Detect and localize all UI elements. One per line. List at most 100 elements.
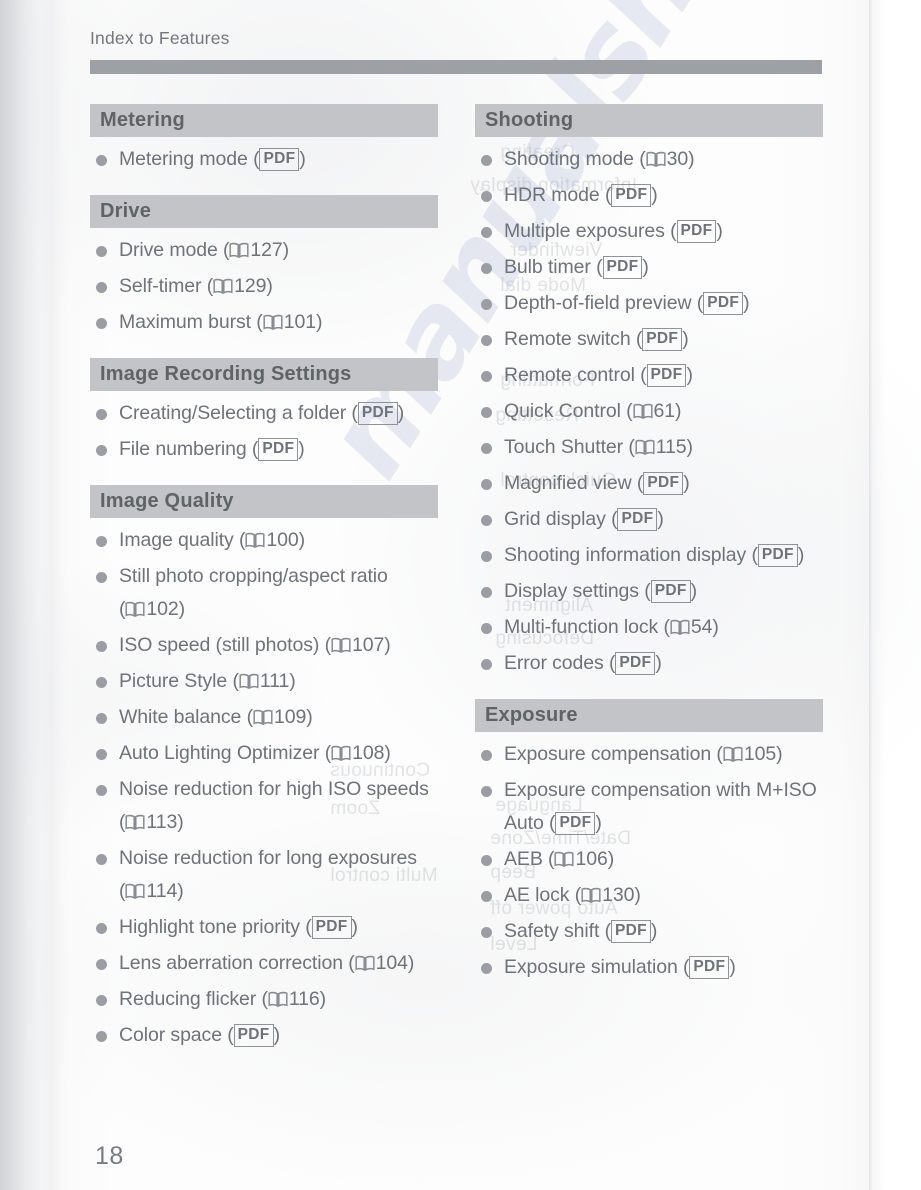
- index-entry[interactable]: Bulb timer (PDF): [475, 251, 823, 284]
- index-entry[interactable]: White balance (109): [90, 701, 438, 734]
- index-entry-label: Error codes: [504, 652, 604, 674]
- index-entry[interactable]: Grid display (PDF): [475, 503, 823, 536]
- index-entry[interactable]: Shooting mode (30): [475, 143, 823, 176]
- index-entry[interactable]: Metering mode (PDF): [90, 143, 438, 176]
- index-entry[interactable]: Self-timer (129): [90, 270, 438, 303]
- page-reference[interactable]: 107: [352, 634, 384, 656]
- index-entry[interactable]: Noise reduction for long exposures (114): [90, 842, 438, 908]
- bullet-icon: [96, 318, 107, 329]
- pdf-reference-tag[interactable]: PDF: [259, 148, 300, 171]
- index-entry[interactable]: Picture Style (111): [90, 665, 438, 698]
- index-entry[interactable]: Error codes (PDF): [475, 647, 823, 680]
- bullet-icon: [481, 587, 492, 598]
- index-entry-label: ISO speed (still photos): [119, 634, 320, 656]
- index-entry[interactable]: Reducing flicker (116): [90, 983, 438, 1016]
- index-entry[interactable]: Shooting information display (PDF): [475, 539, 823, 572]
- pdf-reference-tag[interactable]: PDF: [258, 438, 299, 461]
- page-reference[interactable]: 61: [654, 400, 676, 422]
- pdf-reference-tag[interactable]: PDF: [555, 812, 596, 835]
- index-entry[interactable]: Highlight tone priority (PDF): [90, 911, 438, 944]
- index-entry[interactable]: Touch Shutter (115): [475, 431, 823, 464]
- page-reference[interactable]: 114: [146, 880, 177, 902]
- index-entry[interactable]: Maximum burst (101): [90, 306, 438, 339]
- pdf-reference-tag[interactable]: PDF: [357, 402, 398, 425]
- page-reference[interactable]: 129: [234, 275, 266, 297]
- pdf-reference-tag[interactable]: PDF: [703, 292, 744, 315]
- section-image-recording-settings: Image Recording Settings Creating/Selecti…: [90, 358, 438, 483]
- index-entry[interactable]: Depth-of-field preview (PDF): [475, 287, 823, 320]
- bullet-icon: [481, 263, 492, 274]
- index-entry-label: Display settings: [504, 580, 639, 602]
- bullet-icon: [96, 536, 107, 547]
- book-icon: [229, 242, 249, 259]
- page-reference[interactable]: 115: [656, 436, 687, 458]
- index-entry[interactable]: Quick Control (61): [475, 395, 823, 428]
- book-icon: [213, 278, 233, 295]
- book-icon: [554, 851, 575, 868]
- pdf-reference-tag[interactable]: PDF: [602, 256, 643, 279]
- index-entry[interactable]: Lens aberration correction (104): [90, 947, 438, 980]
- pdf-reference-tag[interactable]: PDF: [610, 920, 651, 943]
- section-item-list: Shooting mode (30) HDR mode (PDF) Multiple…: [475, 143, 823, 697]
- bullet-icon: [481, 927, 492, 938]
- pdf-reference-tag[interactable]: PDF: [642, 328, 683, 351]
- page-reference[interactable]: 30: [667, 148, 689, 170]
- book-icon: [245, 532, 265, 549]
- pdf-reference-tag[interactable]: PDF: [617, 508, 658, 531]
- index-entry[interactable]: Remote switch (PDF): [475, 323, 823, 356]
- index-entry[interactable]: Exposure compensation (105): [475, 738, 823, 771]
- index-entry[interactable]: Remote control (PDF): [475, 359, 823, 392]
- index-entry[interactable]: Display settings (PDF): [475, 575, 823, 608]
- page-reference[interactable]: 54: [691, 616, 713, 638]
- index-entry[interactable]: AE lock (130): [475, 879, 823, 912]
- index-entry-label: Grid display: [504, 508, 606, 530]
- book-icon: [331, 745, 351, 762]
- page-reference[interactable]: 111: [260, 670, 289, 692]
- book-spine-shadow: [0, 0, 62, 1190]
- pdf-reference-tag[interactable]: PDF: [676, 220, 717, 243]
- index-entry[interactable]: Multiple exposures (PDF): [475, 215, 823, 248]
- index-entry[interactable]: Image quality (100): [90, 524, 438, 557]
- index-entry[interactable]: ISO speed (still photos) (107): [90, 629, 438, 662]
- pdf-reference-tag[interactable]: PDF: [646, 364, 687, 387]
- page-reference[interactable]: 101: [284, 311, 316, 333]
- index-entry[interactable]: Still photo cropping/aspect ratio (102): [90, 560, 438, 626]
- index-entry[interactable]: Exposure simulation (PDF): [475, 951, 823, 984]
- bullet-icon: [96, 1031, 107, 1042]
- book-icon: [670, 619, 690, 636]
- page-reference[interactable]: 105: [744, 743, 776, 765]
- page-reference[interactable]: 113: [146, 811, 177, 833]
- page-reference[interactable]: 106: [575, 848, 607, 870]
- page-reference[interactable]: 100: [266, 529, 298, 551]
- index-entry-reference: (PDF): [247, 148, 306, 171]
- page-reference[interactable]: 109: [274, 706, 306, 728]
- pdf-reference-tag[interactable]: PDF: [757, 544, 798, 567]
- pdf-reference-tag[interactable]: PDF: [689, 956, 730, 979]
- index-entry-reference: (PDF): [634, 364, 693, 387]
- index-entry[interactable]: Color space (PDF): [90, 1019, 438, 1052]
- page-reference[interactable]: 116: [289, 988, 320, 1010]
- pdf-reference-tag[interactable]: PDF: [233, 1024, 274, 1047]
- index-entry[interactable]: Magnified view (PDF): [475, 467, 823, 500]
- index-entry[interactable]: Multi-function lock (54): [475, 611, 823, 644]
- page-reference[interactable]: 104: [376, 952, 408, 974]
- pdf-reference-tag[interactable]: PDF: [615, 652, 656, 675]
- page-reference[interactable]: 102: [146, 598, 178, 620]
- index-entry[interactable]: Noise reduction for high ISO speeds (113…: [90, 773, 438, 839]
- page-reference[interactable]: 130: [602, 884, 634, 906]
- page-reference[interactable]: 108: [352, 742, 384, 764]
- page-reference[interactable]: 127: [250, 239, 282, 261]
- pdf-reference-tag[interactable]: PDF: [650, 580, 691, 603]
- pdf-reference-tag[interactable]: PDF: [643, 472, 684, 495]
- index-entry[interactable]: Drive mode (127): [90, 234, 438, 267]
- index-entry[interactable]: Exposure compensation with M+ISO Auto (P…: [475, 774, 823, 840]
- index-entry[interactable]: Auto Lighting Optimizer (108): [90, 737, 438, 770]
- index-entry[interactable]: AEB (106): [475, 843, 823, 876]
- index-entry[interactable]: HDR mode (PDF): [475, 179, 823, 212]
- pdf-reference-tag[interactable]: PDF: [311, 916, 352, 939]
- pdf-reference-tag[interactable]: PDF: [611, 184, 652, 207]
- index-entry[interactable]: File numbering (PDF): [90, 433, 438, 466]
- index-entry[interactable]: Creating/Selecting a folder (PDF): [90, 397, 438, 430]
- index-entry[interactable]: Safety shift (PDF): [475, 915, 823, 948]
- index-entry-reference: (101): [250, 311, 323, 333]
